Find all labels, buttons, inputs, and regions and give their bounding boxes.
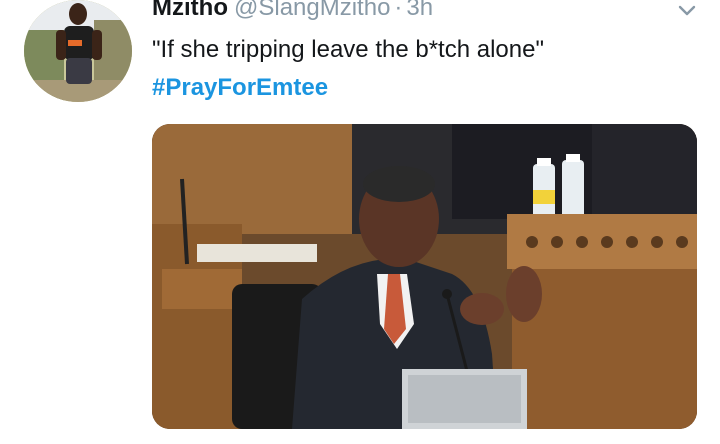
tweet: Mzitho @SlangMzitho · 3h "If she tripping l… — [0, 0, 720, 444]
avatar-image — [24, 0, 132, 102]
chevron-down-icon[interactable] — [674, 0, 700, 22]
separator: · — [394, 0, 403, 21]
display-name[interactable]: Mzitho — [152, 0, 228, 21]
user-handle[interactable]: @SlangMzitho — [234, 0, 390, 21]
tweet-media[interactable] — [152, 124, 697, 429]
media-photo — [152, 124, 697, 429]
avatar[interactable] — [24, 0, 132, 102]
hashtag-link[interactable]: #PrayForEmtee — [152, 72, 328, 104]
timestamp[interactable]: 3h — [406, 0, 433, 21]
tweet-text: "If she tripping leave the b*tch alone" — [152, 36, 544, 63]
tweet-header: Mzitho @SlangMzitho · 3h — [152, 0, 433, 24]
